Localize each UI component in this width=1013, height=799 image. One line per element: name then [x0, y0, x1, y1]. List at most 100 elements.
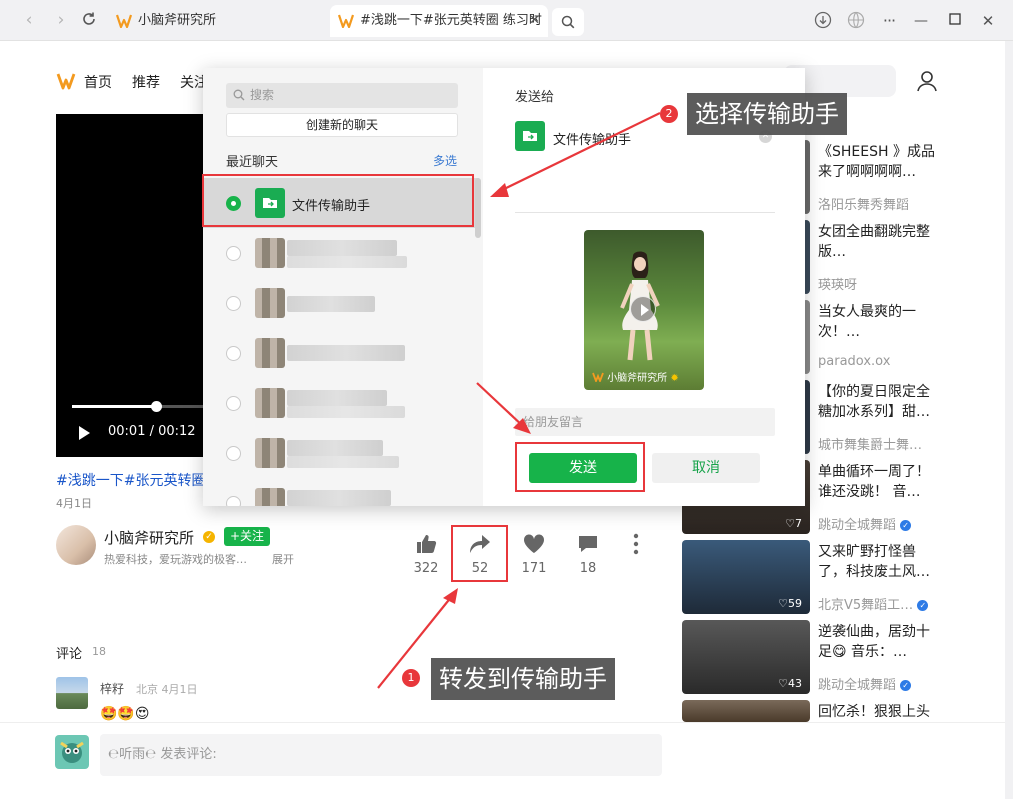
- blurred-name: [287, 240, 397, 256]
- chat-item-blurred[interactable]: [203, 278, 479, 328]
- chat-item-blurred[interactable]: [203, 478, 479, 506]
- radio-unselected[interactable]: [226, 496, 241, 506]
- search-icon: [233, 89, 245, 101]
- divider: [515, 212, 775, 213]
- author-avatar[interactable]: [56, 525, 96, 565]
- more-options-icon[interactable]: [630, 532, 642, 556]
- verified-badge-icon: ✓: [203, 531, 215, 543]
- step-1-badge: 1: [402, 669, 420, 687]
- thumbs-up-icon: [417, 535, 437, 553]
- favorite-action[interactable]: 171: [514, 533, 554, 576]
- chat-item-blurred[interactable]: [203, 428, 479, 478]
- comment-icon: [579, 536, 597, 552]
- play-icon[interactable]: [76, 425, 92, 441]
- play-icon[interactable]: [630, 296, 656, 322]
- multi-select-link[interactable]: 多选: [433, 152, 457, 169]
- step-2-badge: 2: [660, 105, 678, 123]
- rec-title: 【你的夏日限定全糖加冰系列】甜…: [818, 384, 930, 420]
- rec-author: 城市舞集爵士舞…: [818, 438, 923, 453]
- group-avatar: [255, 238, 285, 268]
- folder-icon: [515, 121, 545, 151]
- radio-unselected[interactable]: [226, 346, 241, 361]
- author-name[interactable]: 小脑斧研究所: [104, 527, 194, 548]
- rec-title: 单曲循环一周了！谁还没跳！ 音…: [818, 464, 930, 500]
- blurred-name: [287, 440, 383, 456]
- rec-title: 又来旷野打怪兽了，科技废土风…: [818, 544, 930, 580]
- page-scrollbar[interactable]: [1005, 41, 1013, 799]
- recommendation-item[interactable]: 回忆杀！狠狠上头: [682, 700, 1002, 722]
- close-tab-icon[interactable]: ✕: [529, 5, 540, 37]
- create-new-chat-button[interactable]: 创建新的聊天: [226, 113, 458, 137]
- chat-picker-panel: 搜索 创建新的聊天 最近聊天 多选 文件传输助手: [203, 68, 483, 506]
- chat-search-input[interactable]: 搜索: [226, 83, 458, 108]
- rec-author: 跳动全城舞蹈 ✓: [818, 514, 912, 533]
- more-menu-icon[interactable]: ···: [879, 11, 899, 31]
- radio-unselected[interactable]: [226, 396, 241, 411]
- site-logo-icon: [338, 14, 354, 28]
- minimize-icon[interactable]: —: [911, 11, 931, 31]
- group-avatar: [255, 488, 285, 506]
- radio-unselected[interactable]: [226, 446, 241, 461]
- search-tab-button[interactable]: [552, 8, 584, 36]
- expand-link[interactable]: 展开: [272, 551, 294, 567]
- target-name: 文件传输助手: [553, 133, 632, 148]
- highlight-share-action: [451, 525, 508, 582]
- radio-unselected[interactable]: [226, 246, 241, 261]
- comment-author[interactable]: 梓籽: [100, 680, 124, 697]
- recommendation-item[interactable]: ♡59 又来旷野打怪兽了，科技废土风… 北京V5舞蹈工… ✓: [682, 540, 1002, 614]
- chat-item-blurred[interactable]: [203, 378, 479, 428]
- tab-current-video[interactable]: #浅跳一下#张元英转圈 练习时 ✕: [330, 5, 548, 37]
- tab-xiaonaofu[interactable]: 小脑斧研究所: [108, 5, 326, 37]
- download-icon[interactable]: [813, 11, 833, 31]
- chat-list-scrollbar[interactable]: [475, 178, 481, 238]
- author-description: 热爱科技，爱玩游戏的极客…: [104, 553, 247, 566]
- rec-author: paradox.ox: [818, 354, 891, 369]
- browser-toolbar: ‹ › 小脑斧研究所 #浅跳一下#张元英转圈 练习时 ✕ ··· — ✕: [0, 0, 1013, 41]
- user-icon[interactable]: [916, 70, 938, 92]
- video-progress-handle[interactable]: [151, 401, 162, 412]
- current-user-avatar[interactable]: [55, 735, 89, 769]
- blurred-name: [287, 345, 405, 361]
- recommendation-item[interactable]: ♡43 逆袭仙曲，居劲十足😋 音乐：… 跳动全城舞蹈 ✓: [682, 620, 1002, 694]
- rec-title: 当女人最爽的一次！…: [818, 304, 916, 340]
- step-1-callout: 转发到传输助手: [431, 658, 615, 700]
- step-2-callout: 选择传输助手: [687, 93, 847, 135]
- preview-watermark: 小脑斧研究所 ✹: [592, 369, 679, 384]
- verified-badge-icon: ✓: [900, 520, 912, 531]
- comment-count: 18: [579, 561, 597, 576]
- back-icon[interactable]: ‹: [20, 11, 38, 29]
- like-action[interactable]: 322: [406, 533, 446, 576]
- chat-item-blurred[interactable]: [203, 328, 479, 378]
- highlight-send-button: [515, 442, 645, 492]
- message-input[interactable]: 给朋友留言: [515, 408, 775, 436]
- blurred-name: [287, 256, 407, 268]
- follow-button[interactable]: +关注: [224, 527, 270, 546]
- close-window-icon[interactable]: ✕: [978, 11, 998, 31]
- group-avatar: [255, 388, 285, 418]
- rec-author: 跳动全城舞蹈 ✓: [818, 674, 912, 693]
- nav-recommend[interactable]: 推荐: [132, 72, 160, 92]
- nav-home[interactable]: 首页: [84, 72, 112, 92]
- rec-likes: ♡43: [778, 677, 802, 690]
- radio-unselected[interactable]: [226, 296, 241, 311]
- cancel-button[interactable]: 取消: [652, 453, 760, 483]
- site-logo-icon[interactable]: [56, 71, 76, 91]
- comment-action[interactable]: 18: [568, 533, 608, 576]
- comments-total: 18: [92, 645, 106, 658]
- video-title[interactable]: #浅跳一下#张元英转圈: [56, 470, 206, 490]
- comment-input[interactable]: ℮听雨℮ 发表评论:: [100, 734, 662, 776]
- comment-avatar[interactable]: [56, 677, 88, 709]
- video-date: 4月1日: [56, 497, 92, 510]
- rec-likes: ♡59: [778, 597, 802, 610]
- globe-icon[interactable]: [846, 11, 866, 31]
- video-time: 00:01 / 00:12: [108, 424, 196, 439]
- blurred-name: [287, 296, 375, 312]
- maximize-icon[interactable]: [945, 11, 965, 31]
- rec-title: 逆袭仙曲，居劲十足😋 音乐：…: [818, 624, 930, 660]
- reload-icon[interactable]: [80, 11, 98, 29]
- chat-item-blurred[interactable]: [203, 228, 479, 278]
- blurred-name: [287, 490, 391, 506]
- video-thumbnail: [682, 700, 810, 722]
- forward-icon[interactable]: ›: [52, 11, 70, 29]
- comment-meta: 北京 4月1日: [136, 683, 198, 696]
